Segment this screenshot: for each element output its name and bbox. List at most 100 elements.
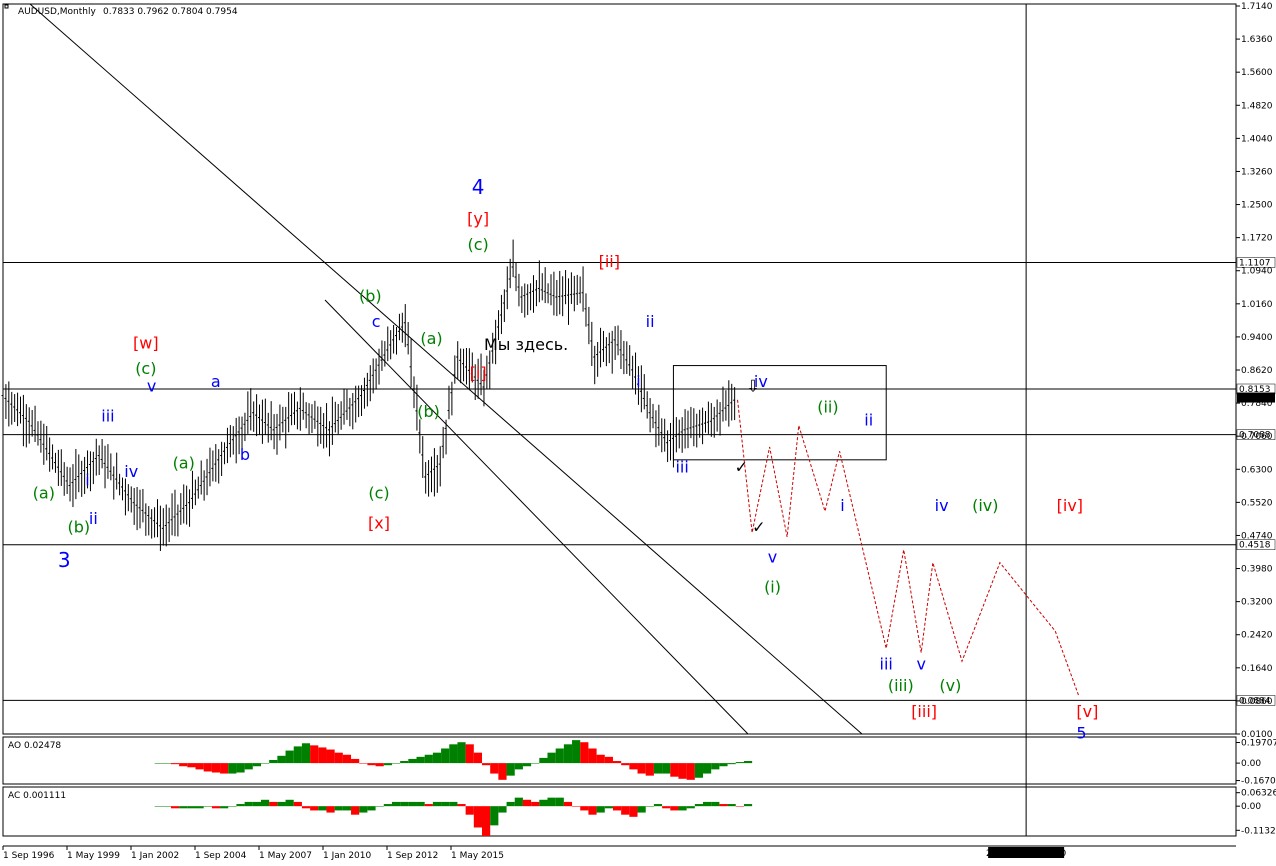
ac-bar bbox=[269, 801, 278, 807]
wave-label: (b) bbox=[67, 518, 90, 537]
y-tick-label: 1.0160 bbox=[1241, 300, 1273, 310]
y-tick-label: 1.2500 bbox=[1241, 201, 1273, 211]
wave-label: (iii) bbox=[888, 676, 914, 695]
ac-bar bbox=[743, 804, 753, 807]
x-tick-label: 1 Jan 2010 bbox=[323, 851, 371, 861]
ac-bar bbox=[547, 797, 556, 807]
ao-bar bbox=[465, 744, 474, 764]
y-tick-label: 0.2420 bbox=[1241, 631, 1273, 641]
ac-bar bbox=[629, 806, 638, 817]
y-tick-label: 0.1640 bbox=[1241, 664, 1273, 674]
ac-bar bbox=[318, 806, 327, 811]
ao-bar bbox=[252, 763, 261, 767]
check-mark-icon: ✓ bbox=[735, 458, 748, 477]
y-tick-label: 0.7840 bbox=[1241, 399, 1273, 409]
ao-bar bbox=[391, 763, 401, 764]
y-tick-label: 1.5600 bbox=[1241, 68, 1273, 78]
wave-label: v bbox=[916, 655, 925, 674]
ac-bar bbox=[694, 804, 704, 807]
ao-bar bbox=[612, 761, 622, 764]
wave-label: (i) bbox=[764, 578, 781, 597]
ao-panel bbox=[2, 736, 1237, 785]
ac-bar bbox=[170, 806, 180, 809]
ao-bar bbox=[195, 763, 204, 770]
wave-label: [y] bbox=[467, 209, 489, 228]
ao-bar bbox=[277, 755, 286, 764]
wave-label: iv bbox=[935, 496, 949, 515]
ac-bar bbox=[383, 804, 392, 807]
ao-bar bbox=[711, 763, 720, 770]
wave-label: (b) bbox=[359, 286, 382, 305]
wave-label: ii bbox=[864, 411, 873, 430]
ao-bar bbox=[228, 763, 237, 774]
ao-bar bbox=[334, 752, 343, 764]
ac-bar bbox=[367, 806, 376, 811]
ao-bar bbox=[375, 763, 384, 767]
wave-label: [iv] bbox=[1057, 496, 1083, 515]
ac-bar bbox=[465, 806, 474, 815]
wave-label: v bbox=[147, 376, 156, 395]
x-tick-label: 1 Sep 1996 bbox=[3, 851, 55, 861]
price-panel bbox=[2, 3, 1237, 735]
y-tick-label: 1.1720 bbox=[1241, 234, 1273, 244]
wave-label: (a) bbox=[33, 483, 55, 502]
wave-label: v bbox=[768, 548, 777, 567]
ac-bar bbox=[203, 806, 212, 807]
wave-label: iii bbox=[101, 406, 114, 425]
ao-label: AO 0.02478 bbox=[8, 741, 61, 751]
ao-tick-label: 0.00 bbox=[1241, 759, 1261, 769]
ac-bar bbox=[285, 799, 294, 807]
ac-bar bbox=[195, 806, 204, 809]
ac-bar bbox=[211, 806, 221, 809]
y-tick-label: 0.5520 bbox=[1241, 498, 1273, 508]
ac-bar bbox=[686, 806, 695, 809]
ao-bar bbox=[162, 763, 171, 764]
ao-bar bbox=[408, 758, 417, 764]
ac-bar bbox=[703, 801, 712, 807]
ao-bar bbox=[588, 748, 597, 764]
ac-bar bbox=[162, 806, 171, 807]
wave-label: iv bbox=[754, 372, 768, 391]
ao-bar bbox=[547, 752, 556, 764]
ac-bar bbox=[490, 806, 499, 826]
x-tick-label: 1 May 2015 bbox=[451, 851, 504, 861]
ac-bar bbox=[653, 804, 663, 807]
wave-label: [iii] bbox=[911, 702, 937, 721]
ac-bar bbox=[310, 806, 319, 811]
ac-bar bbox=[400, 801, 409, 807]
y-tick-label: 1.6360 bbox=[1241, 35, 1273, 45]
ac-bar bbox=[244, 801, 253, 807]
ao-bar bbox=[498, 763, 507, 780]
ao-bar bbox=[326, 749, 335, 764]
ao-bar bbox=[211, 763, 221, 773]
ohlc-label: 0.7833 0.7962 0.7804 0.7954 bbox=[103, 7, 238, 17]
wave-label: (iv) bbox=[972, 496, 998, 515]
ac-bar bbox=[220, 806, 229, 809]
ac-bar bbox=[342, 806, 352, 811]
y-tick-label: 0.0860 bbox=[1241, 697, 1273, 707]
ac-bar bbox=[449, 801, 458, 807]
ac-bar bbox=[531, 801, 540, 807]
ac-bar bbox=[572, 806, 581, 807]
ao-bar bbox=[563, 744, 573, 764]
ac-bar bbox=[424, 804, 433, 807]
ao-bar bbox=[351, 758, 360, 764]
ac-bar bbox=[334, 806, 343, 811]
wave-label: i bbox=[840, 496, 844, 515]
ao-bar bbox=[506, 763, 515, 776]
ac-bar bbox=[621, 806, 630, 815]
ao-bar bbox=[743, 761, 753, 764]
y-tick-label: 0.7060 bbox=[1241, 432, 1273, 442]
ao-bar bbox=[416, 756, 425, 764]
ao-bar bbox=[670, 763, 679, 777]
wave-label: 4 bbox=[472, 175, 485, 199]
ac-tick-label: 0.063264 bbox=[1241, 789, 1276, 799]
ao-bar bbox=[424, 754, 433, 764]
ac-bar bbox=[588, 806, 597, 815]
wave-label: [v] bbox=[1076, 702, 1098, 721]
ao-bar bbox=[179, 763, 188, 767]
wave-label: ii bbox=[646, 312, 655, 331]
trading-chart[interactable]: 1.11070.81530.70880.45180.08840.7954 ✓✓⇩… bbox=[0, 0, 1276, 866]
ac-bar bbox=[735, 806, 744, 807]
ao-bar bbox=[522, 763, 532, 767]
